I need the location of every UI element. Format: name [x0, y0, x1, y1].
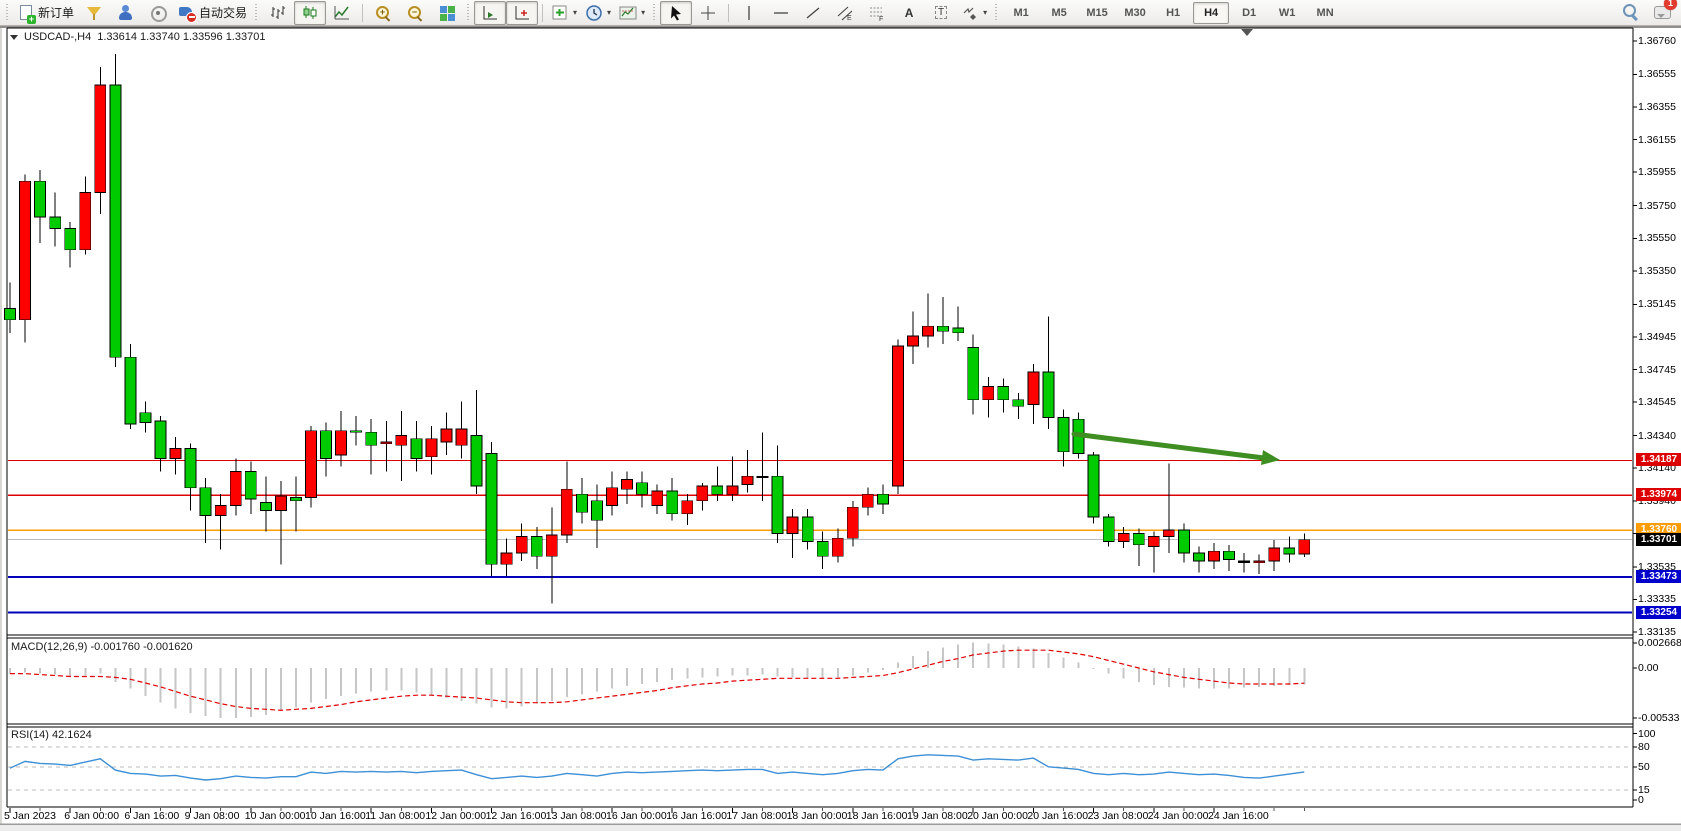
price-tick-label: 1.34545 — [1638, 396, 1676, 408]
symbol-label: USDCAD-,H4 — [24, 31, 91, 43]
date-label: 20 Jan 00:00 — [967, 810, 1028, 822]
rsi-tick-label: 100 — [1638, 728, 1656, 740]
price-tick-label: 1.34945 — [1638, 331, 1676, 343]
price-tick-label: 1.36155 — [1638, 134, 1676, 146]
rsi-indicator-label: RSI(14) 42.1624 — [11, 729, 92, 741]
date-label: 16 Jan 16:00 — [666, 810, 727, 822]
macd-tick-label: 0.00 — [1638, 662, 1658, 674]
date-label: 10 Jan 00:00 — [245, 810, 306, 822]
macd-indicator-label: MACD(12,26,9) -0.001760 -0.001620 — [11, 641, 193, 653]
price-tick-label: 1.35350 — [1638, 265, 1676, 277]
macd-tick-label: 0.002668 — [1638, 637, 1681, 649]
level-price-tag: 1.33473 — [1636, 570, 1681, 583]
rsi-tick-label: 50 — [1638, 761, 1650, 773]
chart-header: USDCAD-,H4 1.33614 1.33740 1.33596 1.337… — [10, 31, 265, 43]
date-label: 18 Jan 00:00 — [787, 810, 848, 822]
date-label: 10 Jan 16:00 — [305, 810, 366, 822]
price-tick-label: 1.36555 — [1638, 68, 1676, 80]
terminal-window: + 新订单 自动交易 + − — [0, 0, 1681, 831]
ohlc-readout: 1.33614 1.33740 1.33596 1.33701 — [97, 31, 265, 43]
chart-plot-area[interactable] — [0, 0, 1681, 831]
date-label: 19 Jan 08:00 — [907, 810, 968, 822]
date-label: 12 Jan 00:00 — [425, 810, 486, 822]
date-label: 20 Jan 16:00 — [1027, 810, 1088, 822]
date-label: 6 Jan 16:00 — [124, 810, 179, 822]
date-label: 12 Jan 16:00 — [486, 810, 547, 822]
price-tick-label: 1.35145 — [1638, 298, 1676, 310]
date-label: 11 Jan 08:00 — [365, 810, 425, 822]
date-label: 9 Jan 08:00 — [185, 810, 240, 822]
rsi-tick-label: 80 — [1638, 741, 1650, 753]
rsi-tick-label: 0 — [1638, 794, 1644, 806]
date-label: 13 Jan 08:00 — [546, 810, 607, 822]
price-tick-label: 1.35550 — [1638, 232, 1676, 244]
date-label: 5 Jan 2023 — [4, 810, 56, 822]
status-strip — [0, 824, 1681, 831]
date-label: 23 Jan 08:00 — [1088, 810, 1149, 822]
price-tick-label: 1.34340 — [1638, 430, 1676, 442]
date-label: 6 Jan 00:00 — [64, 810, 119, 822]
date-label: 24 Jan 00:00 — [1148, 810, 1209, 822]
price-tick-label: 1.34745 — [1638, 364, 1676, 376]
price-tick-label: 1.35955 — [1638, 166, 1676, 178]
price-tick-label: 1.33335 — [1638, 593, 1676, 605]
level-price-tag: 1.33974 — [1636, 488, 1681, 501]
date-label: 16 Jan 00:00 — [606, 810, 667, 822]
level-price-tag: 1.33254 — [1636, 606, 1681, 619]
price-tick-label: 1.35750 — [1638, 200, 1676, 212]
level-price-tag: 1.34187 — [1636, 453, 1681, 466]
symbol-dropdown-icon[interactable] — [10, 35, 18, 40]
date-label: 17 Jan 08:00 — [726, 810, 787, 822]
price-tick-label: 1.36760 — [1638, 35, 1676, 47]
date-label: 24 Jan 16:00 — [1208, 810, 1269, 822]
price-tick-label: 1.36355 — [1638, 101, 1676, 113]
date-label: 18 Jan 16:00 — [847, 810, 908, 822]
macd-tick-label: -0.00533 — [1638, 712, 1679, 724]
level-price-tag: 1.33701 — [1636, 533, 1681, 546]
